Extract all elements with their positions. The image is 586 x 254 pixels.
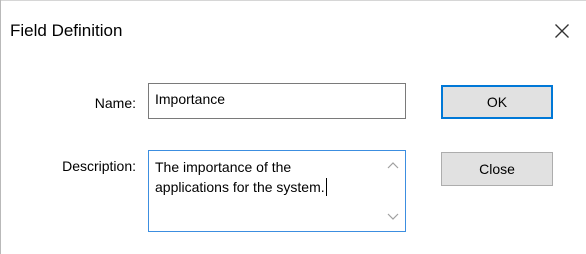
name-field-value: Importance xyxy=(155,91,226,107)
description-field-value: The importance of the applications for t… xyxy=(155,159,325,195)
name-label: Name: xyxy=(94,95,136,111)
dialog-top-edge xyxy=(0,0,586,1)
text-caret xyxy=(325,178,327,196)
dialog-left-edge xyxy=(0,0,1,254)
chevron-up-icon xyxy=(387,156,399,174)
chevron-down-icon xyxy=(387,208,399,226)
close-dialog-button[interactable] xyxy=(549,18,575,44)
scroll-down-button[interactable] xyxy=(382,206,404,228)
dialog-title: Field Definition xyxy=(10,21,123,40)
scroll-up-button[interactable] xyxy=(382,154,404,176)
close-button[interactable]: Close xyxy=(441,152,553,186)
description-scrollbar[interactable] xyxy=(382,152,404,230)
ok-button[interactable]: OK xyxy=(441,85,553,119)
name-field[interactable]: Importance xyxy=(148,83,406,119)
field-definition-dialog: Field Definition Name: Importance Descri… xyxy=(0,0,586,254)
close-icon xyxy=(554,23,570,39)
description-label: Description: xyxy=(62,158,136,174)
description-field[interactable]: The importance of the applications for t… xyxy=(148,150,406,232)
